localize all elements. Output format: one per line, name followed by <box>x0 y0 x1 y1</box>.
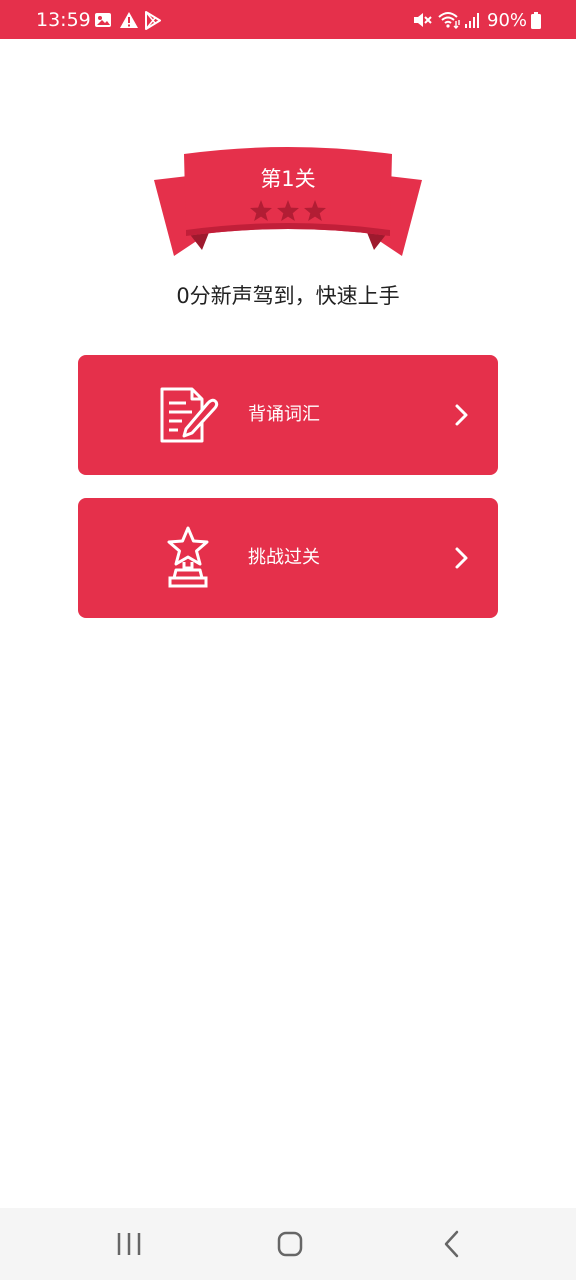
gallery-icon <box>95 13 111 27</box>
star-icon <box>304 200 326 221</box>
recite-vocabulary-label: 背诵词汇 <box>248 404 320 425</box>
level-subtitle: 0分新声驾到，快速上手 <box>176 284 400 308</box>
challenge-level-button[interactable]: 挑战过关 <box>78 498 498 618</box>
back-icon[interactable] <box>428 1226 476 1262</box>
navigation-bar <box>0 1208 576 1280</box>
home-icon[interactable] <box>266 1226 314 1262</box>
challenge-level-label: 挑战过关 <box>248 547 320 568</box>
battery-percent: 90% <box>487 10 528 31</box>
star-icon <box>277 200 299 221</box>
level-stars <box>250 200 326 221</box>
recite-vocabulary-button[interactable]: 背诵词汇 <box>78 355 498 475</box>
signal-icon <box>465 13 479 28</box>
document-pen-icon <box>160 387 219 443</box>
chevron-right-icon <box>455 547 468 569</box>
level-title: 第1关 <box>260 167 316 191</box>
recent-apps-icon[interactable] <box>105 1226 153 1262</box>
chevron-right-icon <box>455 404 468 426</box>
star-icon <box>250 200 272 221</box>
warning-icon <box>120 12 138 28</box>
mute-icon <box>414 13 432 27</box>
battery-icon <box>531 12 541 29</box>
status-bar: 13:59 90% <box>0 0 576 39</box>
wifi-icon <box>438 12 460 29</box>
status-time: 13:59 <box>36 9 91 31</box>
trophy-star-icon <box>167 526 209 588</box>
play-store-icon <box>145 11 161 30</box>
